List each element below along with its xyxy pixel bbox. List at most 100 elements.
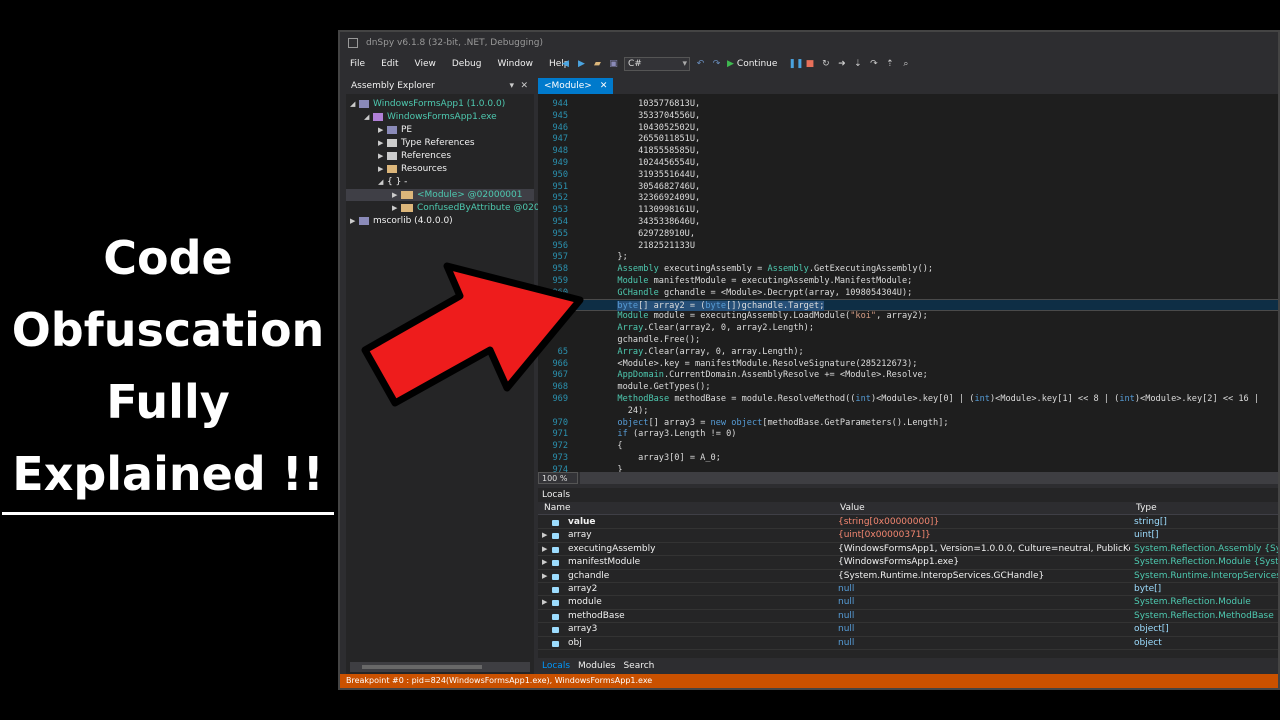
tree-node-confused-attribute[interactable]: ▶ ConfusedByAttribute @0200 [392, 202, 545, 214]
column-type[interactable]: Type [1136, 502, 1157, 515]
code-line[interactable]: byte[] array2 = (byte[])gchandle.Target; [538, 298, 1278, 311]
expand-icon[interactable]: ▶ [542, 570, 547, 583]
step-into-icon[interactable]: ⇣ [852, 59, 863, 70]
show-next-statement-icon[interactable]: ➜ [836, 59, 847, 70]
locals-row[interactable]: ▶ module null System.Reflection.Module [538, 596, 1278, 610]
tree-node-namespace[interactable]: ◢{ } - [378, 176, 407, 188]
code-line[interactable]: 952 3236692409U, [538, 192, 1278, 204]
undo-icon[interactable]: ↶ [695, 59, 706, 70]
step-over-icon[interactable]: ↷ [868, 59, 879, 70]
code-line[interactable]: gchandle.Free(); [538, 334, 1278, 346]
code-line[interactable]: 65 Array.Clear(array, 0, array.Length); [538, 346, 1278, 358]
code-line[interactable]: 959 Module manifestModule = executingAss… [538, 275, 1278, 287]
tab-close-icon[interactable]: ✕ [600, 81, 608, 91]
local-value[interactable]: {WindowsFormsApp1, Version=1.0.0.0, Cult… [838, 543, 1130, 556]
restart-icon[interactable]: ↻ [820, 59, 831, 70]
tab-module[interactable]: <Module> ✕ [538, 78, 614, 94]
menu-view[interactable]: View [409, 54, 442, 74]
locals-row[interactable]: ▶ executingAssembly {WindowsFormsApp1, Ver… [538, 543, 1278, 557]
locals-row[interactable]: ▶ gchandle {System.Runtime.InteropServices… [538, 570, 1278, 583]
open-folder-icon[interactable]: ▰ [592, 59, 603, 70]
tree-node-type-references[interactable]: ▶ Type References [378, 137, 475, 149]
code-line[interactable]: 960 GCHandle gchandle = <Module>.Decrypt… [538, 287, 1278, 299]
back-icon[interactable]: ◀ [560, 59, 571, 70]
dropdown-icon[interactable]: ▾ [509, 78, 514, 94]
code-line[interactable]: 955 629728910U, [538, 228, 1278, 240]
tab-locals[interactable]: Locals [538, 658, 574, 674]
code-line[interactable]: 968 module.GetTypes(); [538, 381, 1278, 393]
code-line[interactable]: 948 4185558585U, [538, 145, 1278, 157]
menu-edit[interactable]: Edit [375, 54, 404, 74]
column-value[interactable]: Value [840, 502, 865, 515]
code-line[interactable]: 944 1035776813U, [538, 98, 1278, 110]
code-line[interactable]: Array.Clear(array2, 0, array2.Length); [538, 322, 1278, 334]
expand-icon[interactable]: ▶ [542, 543, 547, 556]
stop-icon[interactable]: ■ [804, 59, 815, 70]
code-line[interactable]: 966 <Module>.key = manifestModule.Resolv… [538, 358, 1278, 370]
locals-row[interactable]: value {string[0x00000000]} string[] [538, 516, 1278, 530]
code-line[interactable]: 954 3435338646U, [538, 216, 1278, 228]
code-line[interactable]: 974 } [538, 464, 1278, 472]
expand-icon[interactable]: ▶ [542, 556, 547, 569]
editor-hscrollbar[interactable] [580, 472, 1278, 484]
code-line[interactable]: 946 1043052502U, [538, 122, 1278, 134]
menu-debug[interactable]: Debug [446, 54, 488, 74]
menu-file[interactable]: File [344, 54, 371, 74]
zoom-select[interactable]: 100 % [538, 472, 578, 484]
tree-node-resources[interactable]: ▶ Resources [378, 163, 447, 175]
code-line[interactable]: 949 1024456554U, [538, 157, 1278, 169]
locals-row[interactable]: array3 null object[] [538, 623, 1278, 637]
explorer-scrollbar[interactable] [350, 662, 530, 672]
tree-node-pe[interactable]: ▶ PE [378, 124, 412, 136]
continue-button[interactable]: ▶ Continue [727, 59, 777, 69]
tree-node-mscorlib[interactable]: ▶ mscorlib (4.0.0.0) [350, 215, 453, 227]
locals-row[interactable]: methodBase null System.Reflection.MethodBa… [538, 610, 1278, 624]
code-line[interactable]: 971 if (array3.Length != 0) [538, 428, 1278, 440]
menu-window[interactable]: Window [491, 54, 539, 74]
pause-icon[interactable]: ❚❚ [788, 59, 803, 70]
local-value[interactable]: {uint[0x00000371]} [838, 529, 1130, 542]
local-value[interactable]: null [838, 596, 1130, 609]
step-out-icon[interactable]: ⇡ [884, 59, 895, 70]
tree-node-module[interactable]: ◢ WindowsFormsApp1.exe [364, 111, 497, 123]
code-line[interactable]: 972 { [538, 440, 1278, 452]
code-line[interactable]: 970 object[] array3 = new object[methodB… [538, 417, 1278, 429]
local-value[interactable]: {WindowsFormsApp1.exe} [838, 556, 1130, 569]
locals-row[interactable]: obj null object [538, 637, 1278, 650]
code-line[interactable]: 958 Assembly executingAssembly = Assembl… [538, 263, 1278, 275]
code-line[interactable]: Module module = executingAssembly.LoadMo… [538, 310, 1278, 322]
tab-modules[interactable]: Modules [574, 658, 619, 674]
code-line[interactable]: 956 2182521133U [538, 240, 1278, 252]
scrollbar-thumb[interactable] [362, 665, 482, 669]
code-line[interactable]: 24); [538, 405, 1278, 417]
local-value[interactable]: null [838, 610, 1130, 623]
code-line[interactable]: 950 3193551644U, [538, 169, 1278, 181]
tab-search[interactable]: Search [619, 658, 658, 674]
code-line[interactable]: 953 1130998161U, [538, 204, 1278, 216]
forward-icon[interactable]: ▶ [576, 59, 587, 70]
local-value[interactable]: {string[0x00000000]} [838, 516, 1130, 529]
tree-node-references[interactable]: ▶ References [378, 150, 451, 162]
code-line[interactable]: 947 2655011851U, [538, 133, 1278, 145]
language-select[interactable]: C# [624, 57, 690, 71]
code-line[interactable]: 969 MethodBase methodBase = module.Resol… [538, 393, 1278, 405]
locals-row[interactable]: ▶ manifestModule {WindowsFormsApp1.exe} Sys… [538, 556, 1278, 570]
close-icon[interactable]: ✕ [520, 78, 528, 94]
local-value[interactable]: {System.Runtime.InteropServices.GCHandle… [838, 570, 1130, 583]
search-icon[interactable]: ⌕ [900, 59, 911, 70]
local-value[interactable]: null [838, 637, 1130, 650]
save-all-icon[interactable]: ▣ [608, 59, 619, 70]
code-line[interactable]: 967 AppDomain.CurrentDomain.AssemblyReso… [538, 369, 1278, 381]
tree-node-module-class[interactable]: ▶ <Module> @02000001 [346, 189, 534, 201]
code-line[interactable]: 951 3054682746U, [538, 181, 1278, 193]
column-name[interactable]: Name [544, 502, 571, 515]
redo-icon[interactable]: ↷ [711, 59, 722, 70]
expand-icon[interactable]: ▶ [542, 529, 547, 542]
local-value[interactable]: null [838, 623, 1130, 636]
locals-row[interactable]: ▶ array {uint[0x00000371]} uint[] [538, 529, 1278, 543]
tree-node-assembly[interactable]: ◢ WindowsFormsApp1 (1.0.0.0) [350, 98, 505, 110]
code-line[interactable]: 973 array3[0] = A_0; [538, 452, 1278, 464]
code-line[interactable]: 945 3533704556U, [538, 110, 1278, 122]
code-line[interactable]: 957 }; [538, 251, 1278, 263]
code-editor[interactable]: 944 1035776813U, 945 3533704556U, 946 1043… [538, 94, 1278, 472]
